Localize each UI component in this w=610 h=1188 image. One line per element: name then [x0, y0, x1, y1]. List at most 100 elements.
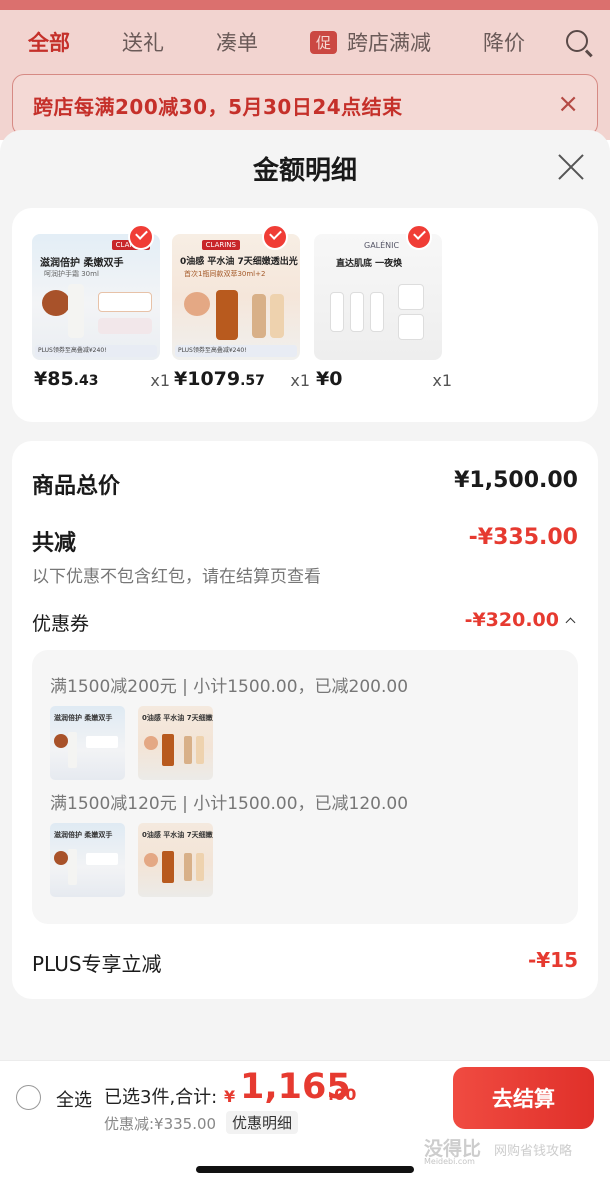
selected-count: 已选3件,合计: [104, 1087, 218, 1108]
close-icon[interactable]: × [557, 91, 579, 117]
product-image: CLARINS 滋润倍护 柔嫩双手 呵润护手霜 30ml PLUS领券至高叠减¥… [32, 234, 160, 360]
brand-label: CLARINS [201, 240, 240, 250]
total-decimal: .00 [328, 1085, 357, 1104]
thumb-shape [68, 849, 77, 885]
thumb-shape [86, 736, 118, 748]
product-subline: 呵润护手霜 30ml [44, 270, 99, 278]
search-icon[interactable] [566, 30, 588, 52]
coupon-product-thumb: 0油感 平水油 7天细嫩透出光 [138, 823, 213, 897]
amount-detail-sheet: 金额明细 CLARINS 滋润倍护 柔嫩双手 呵润护手霜 30ml PLUS领券… [0, 130, 610, 1188]
product-quantity: x1 [290, 371, 310, 390]
product-subline: 首次1瓶同款双萃30ml+2 [184, 270, 266, 278]
tab-cross-store[interactable]: 促 跨店满减 [310, 27, 431, 57]
reduction-value: -¥335.00 [468, 525, 578, 550]
brand-label: GALÉNIC [364, 241, 400, 250]
product-item[interactable]: CLARINS 0油感 平水油 7天细嫩透出光 首次1瓶同款双萃30ml+2 P… [172, 224, 310, 390]
thumb-title: 0油感 平水油 7天细嫩透出光 [142, 714, 213, 722]
product-price: ¥1079.57 [174, 368, 265, 390]
thumb-title: 滋润倍护 柔嫩双手 [54, 714, 113, 722]
thumb-shape [54, 734, 68, 748]
coupon-product-thumb: 0油感 平水油 7天细嫩透出光 [138, 706, 213, 780]
reduction-note: 以下优惠不包含红包，请在结算页查看 [32, 567, 321, 587]
thumb-shape [68, 732, 77, 768]
product-shape [330, 292, 344, 332]
discount-summary: 优惠减:¥335.00 [104, 1115, 217, 1133]
product-item[interactable]: GALÉNIC 直达肌底 一夜焕 ¥0 x1 [314, 224, 452, 390]
category-tabs: 全部 送礼 凑单 促 跨店满减 降价 [0, 14, 610, 70]
promo-banner-text: 跨店每满200减30，5月30日24点结束 [33, 94, 403, 119]
select-all-label[interactable]: 全选 [56, 1086, 92, 1112]
coupon-product-thumb: 滋润倍护 柔嫩双手 [50, 706, 125, 780]
background-page: 全部 送礼 凑单 促 跨店满减 降价 跨店每满200减30，5月30日24点结束… [0, 0, 610, 140]
close-icon[interactable] [556, 152, 586, 182]
product-shape [98, 318, 152, 334]
product-headline: 0油感 平水油 7天细嫩透出光 [180, 257, 298, 267]
check-icon[interactable] [128, 224, 154, 250]
promo-badge: 促 [310, 30, 338, 54]
product-footer: PLUS领券至高叠减¥240! [35, 345, 157, 357]
thumb-shape [54, 851, 68, 865]
thumb-shape [144, 853, 158, 867]
product-price: ¥85.43 [34, 368, 99, 390]
product-headline: 直达肌底 一夜焕 [336, 259, 403, 269]
home-indicator[interactable] [196, 1166, 414, 1173]
tab-all[interactable]: 全部 [28, 27, 70, 57]
plus-discount-label: PLUS专享立减 [32, 952, 162, 976]
product-item[interactable]: CLARINS 滋润倍护 柔嫩双手 呵润护手霜 30ml PLUS领券至高叠减¥… [32, 224, 170, 390]
product-image: GALÉNIC 直达肌底 一夜焕 [314, 234, 442, 360]
thumb-shape [144, 736, 158, 750]
product-shape [184, 292, 210, 316]
chevron-up-icon [565, 617, 576, 628]
reduction-label: 共减 [32, 531, 77, 556]
price-detail-card: 商品总价 ¥1,500.00 共减 -¥335.00 以下优惠不包含红包，请在结… [12, 441, 598, 999]
discount-detail-link[interactable]: 优惠明细 [226, 1111, 299, 1134]
thumb-title: 滋润倍护 柔嫩双手 [54, 831, 113, 839]
tab-price-drop[interactable]: 降价 [483, 27, 525, 57]
total-currency: ¥ [224, 1087, 236, 1106]
check-icon[interactable] [406, 224, 432, 250]
top-strip [0, 0, 610, 10]
product-shape [370, 292, 384, 332]
product-image: CLARINS 0油感 平水油 7天细嫩透出光 首次1瓶同款双萃30ml+2 P… [172, 234, 300, 360]
products-card: CLARINS 滋润倍护 柔嫩双手 呵润护手霜 30ml PLUS领券至高叠减¥… [12, 208, 598, 422]
coupon-toggle[interactable]: -¥320.00 [464, 609, 576, 631]
thumb-shape [184, 736, 192, 764]
promo-banner: 跨店每满200减30，5月30日24点结束 × [12, 74, 598, 136]
thumb-shape [162, 851, 174, 883]
coupon-line: 满1500减120元 | 小计1500.00，已减120.00 [50, 794, 409, 814]
thumb-shape [162, 734, 174, 766]
product-quantity: x1 [150, 371, 170, 390]
thumb-shape [196, 736, 204, 764]
checkout-button[interactable]: 去结算 [453, 1067, 594, 1129]
plus-discount-value: -¥15 [527, 948, 578, 972]
product-shape [398, 284, 424, 310]
thumb-shape [196, 853, 204, 881]
coupon-breakdown: 满1500减200元 | 小计1500.00，已减200.00 滋润倍护 柔嫩双… [32, 650, 578, 924]
product-shape [68, 284, 84, 338]
coupon-label: 优惠券 [32, 613, 90, 635]
product-shape [398, 314, 424, 340]
tab-cross-store-label: 跨店满减 [347, 31, 432, 55]
coupon-product-thumb: 滋润倍护 柔嫩双手 [50, 823, 125, 897]
tab-gift[interactable]: 送礼 [122, 27, 164, 57]
product-price: ¥0 [316, 368, 343, 390]
check-icon[interactable] [262, 224, 288, 250]
product-shape [216, 290, 238, 340]
coupon-line: 满1500减200元 | 小计1500.00，已减200.00 [50, 677, 409, 697]
product-shape [350, 292, 364, 332]
product-shape [252, 294, 266, 338]
select-all-radio[interactable] [16, 1085, 41, 1110]
product-shape [270, 294, 284, 338]
coupon-value: -¥320.00 [464, 609, 559, 631]
thumb-title: 0油感 平水油 7天细嫩透出光 [142, 831, 213, 839]
watermark-site: Meidebi.com [424, 1157, 475, 1166]
product-shape [98, 292, 152, 312]
thumb-shape [184, 853, 192, 881]
sheet-title: 金额明细 [252, 156, 357, 186]
product-quantity: x1 [432, 371, 452, 390]
total-price-label: 商品总价 [32, 474, 121, 499]
product-footer: PLUS领券至高叠减¥240! [175, 345, 297, 357]
product-shape [42, 290, 70, 316]
total-price-value: ¥1,500.00 [454, 468, 578, 493]
tab-add-on[interactable]: 凑单 [216, 27, 258, 57]
